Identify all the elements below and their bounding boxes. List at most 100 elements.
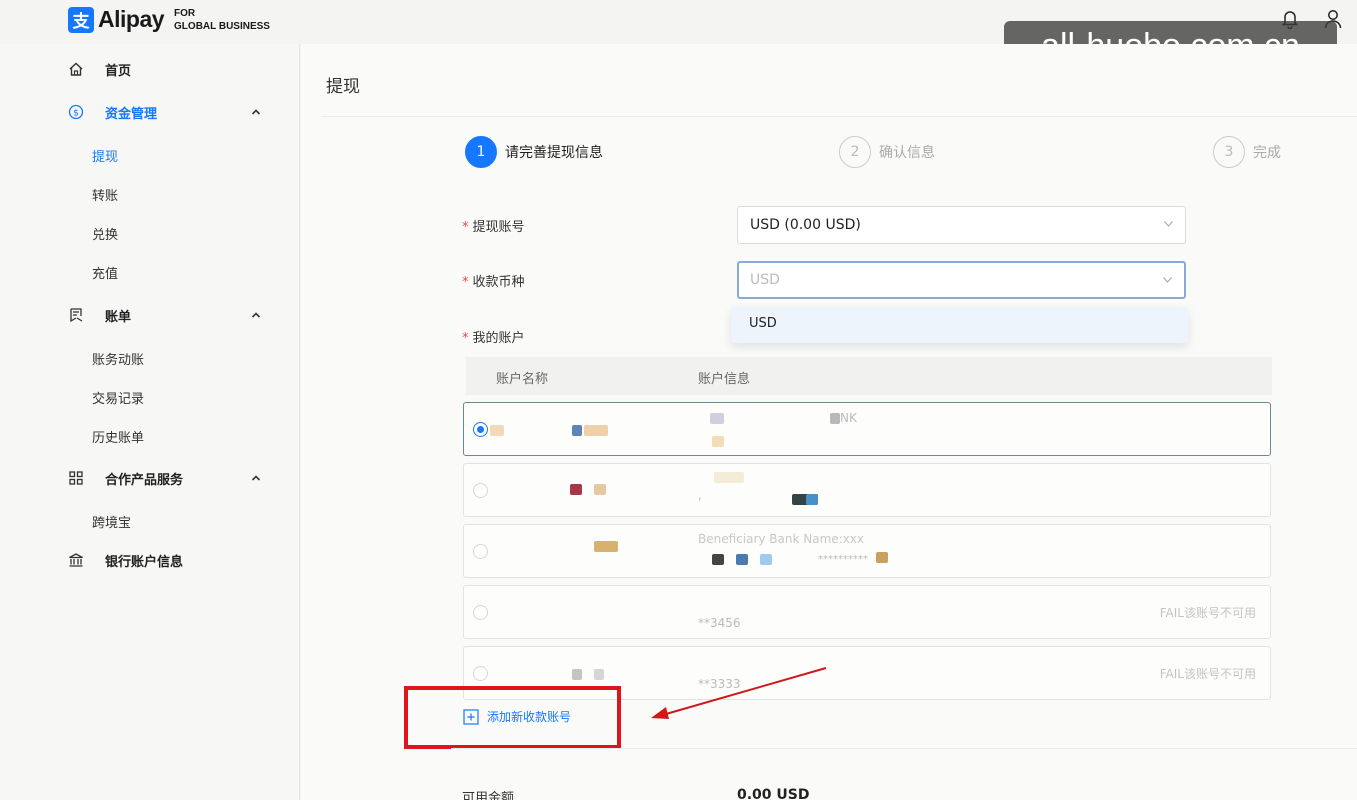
account-row[interactable]: NK bbox=[463, 402, 1271, 456]
account-info-line2: , bbox=[698, 488, 702, 502]
bank-icon bbox=[69, 553, 83, 567]
sidebar-item-account-activity[interactable]: 账务动账 bbox=[92, 349, 144, 368]
redacted-block bbox=[806, 494, 818, 505]
step-1: 1 请完善提现信息 bbox=[465, 136, 603, 168]
brand-subtitle-line2: GLOBAL BUSINESS bbox=[174, 20, 270, 32]
sidebar-item-label: 资金管理 bbox=[105, 106, 158, 122]
home-icon bbox=[69, 62, 83, 76]
sidebar-item-label: 合作产品服务 bbox=[105, 472, 184, 488]
title-divider bbox=[321, 116, 1357, 117]
step-2: 2 确认信息 bbox=[839, 136, 935, 168]
account-radio[interactable] bbox=[473, 605, 488, 620]
redacted-block bbox=[736, 554, 748, 565]
currency-select[interactable]: USD bbox=[737, 261, 1186, 299]
sidebar-item-home[interactable]: 首页 bbox=[0, 51, 300, 87]
redacted-block bbox=[830, 413, 840, 424]
step-label: 请完善提现信息 bbox=[505, 145, 603, 161]
grid-icon bbox=[69, 471, 83, 485]
withdraw-account-value: USD (0.00 USD) bbox=[750, 217, 861, 233]
dollar-circle-icon: $ bbox=[68, 104, 84, 120]
main-panel: 提现 1 请完善提现信息 2 确认信息 3 完成 * 提现账号 USD (0.00… bbox=[301, 44, 1357, 800]
redacted-block bbox=[572, 425, 582, 436]
balance-value: 0.00 USD bbox=[737, 787, 810, 800]
balance-divider bbox=[451, 748, 1357, 749]
balance-label: 可用金额 bbox=[462, 791, 515, 800]
step-number: 1 bbox=[465, 136, 497, 168]
sidebar-item-transfer[interactable]: 转账 bbox=[92, 185, 118, 204]
account-radio[interactable] bbox=[473, 544, 488, 559]
redacted-block bbox=[594, 484, 606, 495]
brand-subtitle-line1: FOR bbox=[174, 7, 196, 19]
redacted-block bbox=[490, 425, 504, 436]
account-radio[interactable] bbox=[473, 483, 488, 498]
sidebar: 首页 $ 资金管理 提现 转账 兑换 充值 账单 账务动账 交易记录 历史账单 … bbox=[0, 44, 300, 800]
alipay-logo-icon: 支 bbox=[68, 6, 94, 33]
highlight-box-annotation bbox=[404, 686, 621, 749]
account-info-line1: Beneficiary Bank Name:xxx bbox=[698, 532, 865, 546]
redacted-block bbox=[584, 425, 608, 436]
account-status: FAIL该账号不可用 bbox=[1159, 667, 1256, 681]
arrow-annotation bbox=[651, 667, 827, 719]
required-mark: * bbox=[462, 220, 469, 235]
withdraw-account-label: * 提现账号 bbox=[462, 216, 525, 235]
redacted-block bbox=[760, 554, 772, 565]
column-header-info: 账户信息 bbox=[698, 372, 751, 387]
currency-label-text: 收款币种 bbox=[472, 275, 525, 290]
step-3: 3 完成 bbox=[1213, 136, 1281, 168]
sidebar-item-fund-management[interactable]: $ 资金管理 bbox=[0, 94, 300, 130]
column-header-name: 账户名称 bbox=[496, 372, 549, 387]
account-radio[interactable] bbox=[473, 422, 488, 437]
currency-placeholder: USD bbox=[750, 272, 780, 288]
chevron-down-icon bbox=[1163, 277, 1172, 283]
brand-subtitle: FOR GLOBAL BUSINESS bbox=[174, 7, 270, 33]
sidebar-item-history-bills[interactable]: 历史账单 bbox=[92, 427, 144, 446]
account-info-line2: ********** bbox=[818, 554, 868, 565]
sidebar-item-topup[interactable]: 充值 bbox=[92, 263, 118, 282]
alipay-logo[interactable]: 支 Alipay FOR GLOBAL BUSINESS bbox=[68, 6, 270, 33]
accounts-table-header: 账户名称 账户信息 bbox=[466, 357, 1272, 395]
sidebar-item-withdraw[interactable]: 提现 bbox=[92, 146, 118, 165]
step-label: 确认信息 bbox=[879, 145, 935, 161]
chevron-up-icon[interactable] bbox=[250, 309, 262, 321]
withdraw-account-select[interactable]: USD (0.00 USD) bbox=[737, 206, 1186, 244]
account-radio[interactable] bbox=[473, 666, 488, 681]
sidebar-item-kuajingbao[interactable]: 跨境宝 bbox=[92, 512, 131, 531]
sidebar-item-bills[interactable]: 账单 bbox=[0, 297, 300, 333]
chevron-down-icon bbox=[1164, 221, 1173, 227]
account-status: FAIL该账号不可用 bbox=[1159, 606, 1256, 620]
redacted-block bbox=[714, 472, 744, 483]
redacted-block bbox=[572, 669, 582, 680]
sidebar-item-exchange[interactable]: 兑换 bbox=[92, 224, 118, 243]
sidebar-item-partner-services[interactable]: 合作产品服务 bbox=[0, 460, 300, 496]
brand-name: Alipay bbox=[98, 6, 165, 32]
sidebar-item-label: 银行账户信息 bbox=[105, 554, 184, 570]
my-accounts-label-text: 我的账户 bbox=[472, 331, 525, 346]
step-number: 2 bbox=[839, 136, 871, 168]
currency-option-usd[interactable]: USD bbox=[731, 307, 1188, 343]
redacted-block bbox=[594, 669, 604, 680]
step-label: 完成 bbox=[1253, 145, 1281, 161]
redacted-block bbox=[570, 484, 582, 495]
bill-icon bbox=[70, 308, 83, 323]
sidebar-item-bank-accounts[interactable]: 银行账户信息 bbox=[0, 542, 300, 578]
sidebar-item-label: 首页 bbox=[105, 63, 132, 79]
required-mark: * bbox=[462, 275, 469, 290]
sidebar-item-transactions[interactable]: 交易记录 bbox=[92, 388, 144, 407]
step-number: 3 bbox=[1213, 136, 1245, 168]
account-info-line2: **3456 bbox=[698, 616, 741, 630]
chevron-up-icon[interactable] bbox=[250, 106, 262, 118]
account-row[interactable]: Beneficiary Bank Name:xxx ********** bbox=[463, 524, 1271, 578]
my-accounts-label: * 我的账户 bbox=[462, 327, 525, 346]
account-info-line1: NK bbox=[840, 411, 857, 425]
required-mark: * bbox=[462, 331, 469, 346]
account-row[interactable]: **3456 FAIL该账号不可用 bbox=[463, 585, 1271, 639]
redacted-block bbox=[594, 541, 618, 552]
currency-label: * 收款币种 bbox=[462, 271, 525, 290]
chevron-up-icon[interactable] bbox=[250, 472, 262, 484]
svg-text:$: $ bbox=[73, 109, 79, 119]
redacted-block bbox=[876, 552, 888, 563]
redacted-block bbox=[712, 554, 724, 565]
redacted-block bbox=[710, 413, 724, 424]
redacted-block bbox=[712, 436, 724, 447]
account-row[interactable]: , bbox=[463, 463, 1271, 517]
